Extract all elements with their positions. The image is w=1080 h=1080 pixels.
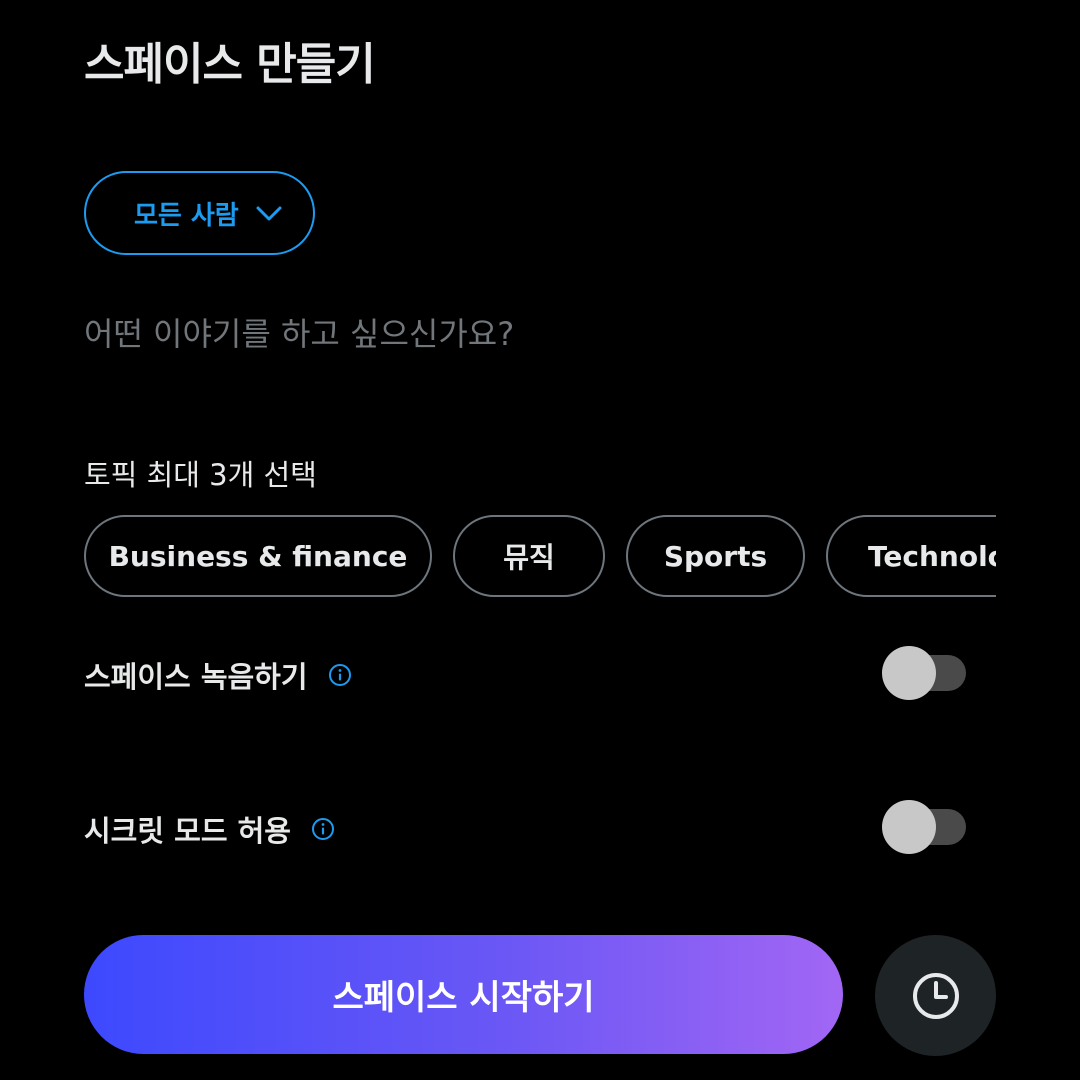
info-icon[interactable] — [328, 663, 352, 687]
topic-chip-technology[interactable]: Technology — [826, 515, 996, 597]
toggle-knob — [882, 800, 936, 854]
start-space-label: 스페이스 시작하기 — [332, 978, 595, 1018]
topics-label: 토픽 최대 3개 선택 — [84, 458, 317, 492]
record-setting: 스페이스 녹음하기 — [84, 654, 352, 696]
chevron-down-icon — [256, 206, 282, 221]
record-setting-label: 스페이스 녹음하기 — [84, 660, 308, 694]
incognito-toggle[interactable] — [882, 800, 966, 854]
incognito-setting-label: 시크릿 모드 허용 — [84, 814, 291, 848]
clock-icon — [912, 972, 959, 1019]
audience-dropdown[interactable]: 모든 사람 — [84, 171, 315, 255]
info-icon[interactable] — [311, 817, 335, 841]
incognito-setting: 시크릿 모드 허용 — [84, 808, 335, 850]
toggle-knob — [882, 646, 936, 700]
topic-chips: Business & finance 뮤직 Sports Technology — [84, 515, 996, 597]
record-toggle[interactable] — [882, 646, 966, 700]
schedule-button[interactable] — [875, 935, 996, 1056]
audience-label: 모든 사람 — [134, 200, 239, 231]
topic-chip-sports[interactable]: Sports — [626, 515, 805, 597]
topic-chip-music[interactable]: 뮤직 — [453, 515, 605, 597]
topic-chip-business-finance[interactable]: Business & finance — [84, 515, 432, 597]
start-space-button[interactable]: 스페이스 시작하기 — [84, 935, 843, 1054]
space-topic-input[interactable] — [84, 306, 984, 362]
page-title: 스페이스 만들기 — [84, 39, 376, 90]
